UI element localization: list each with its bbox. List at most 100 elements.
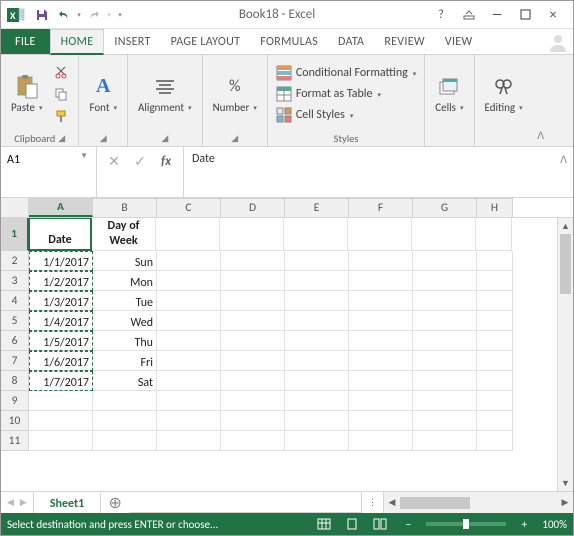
cancel-icon[interactable]: ✕ bbox=[101, 151, 127, 171]
cell[interactable] bbox=[477, 271, 513, 291]
tab-formulas[interactable]: FORMULAS bbox=[250, 29, 328, 54]
zoom-slider[interactable] bbox=[426, 522, 506, 526]
row-header[interactable]: 5 bbox=[1, 311, 29, 331]
cell[interactable] bbox=[221, 251, 285, 271]
cell[interactable] bbox=[477, 291, 513, 311]
cell[interactable]: 1/6/2017 bbox=[29, 351, 93, 371]
cell[interactable] bbox=[221, 431, 285, 451]
tab-file[interactable]: FILE bbox=[1, 29, 50, 54]
cell[interactable] bbox=[157, 291, 221, 311]
cell[interactable] bbox=[413, 271, 477, 291]
col-header-E[interactable]: E bbox=[285, 198, 349, 217]
tab-pagelayout[interactable]: PAGE LAYOUT bbox=[161, 29, 251, 54]
cell[interactable] bbox=[348, 218, 412, 251]
cell-styles-button[interactable]: Cell Styles▾ bbox=[274, 106, 356, 124]
sheet-nav-next-icon[interactable]: ▶ bbox=[20, 497, 27, 508]
col-header-G[interactable]: G bbox=[413, 198, 477, 217]
editing-button[interactable]: Editing▾ bbox=[481, 72, 527, 116]
cell[interactable] bbox=[157, 371, 221, 391]
help-icon[interactable]: ? bbox=[427, 4, 455, 26]
cell[interactable] bbox=[285, 391, 349, 411]
copy-icon[interactable] bbox=[50, 84, 72, 104]
scroll-up-icon[interactable]: ▲ bbox=[558, 218, 573, 234]
cell[interactable] bbox=[413, 351, 477, 371]
col-header-A[interactable]: A bbox=[29, 198, 93, 217]
col-header-B[interactable]: B bbox=[93, 198, 157, 217]
cell[interactable] bbox=[349, 251, 413, 271]
row-header[interactable]: 10 bbox=[1, 411, 29, 431]
cell[interactable] bbox=[284, 218, 348, 251]
cell[interactable] bbox=[221, 351, 285, 371]
tab-home[interactable]: HOME bbox=[50, 29, 105, 55]
name-box[interactable]: ▼ bbox=[1, 147, 97, 197]
row-header[interactable]: 3 bbox=[1, 271, 29, 291]
cell[interactable] bbox=[285, 431, 349, 451]
cell[interactable]: Sun bbox=[93, 251, 157, 271]
redo-icon[interactable] bbox=[83, 4, 105, 26]
cells-button[interactable]: Cells▾ bbox=[431, 72, 467, 116]
cell[interactable] bbox=[285, 411, 349, 431]
cell[interactable] bbox=[349, 271, 413, 291]
font-button[interactable]: A Font▾ bbox=[85, 72, 121, 116]
cell[interactable]: Thu bbox=[93, 331, 157, 351]
cell[interactable] bbox=[157, 271, 221, 291]
vertical-scrollbar[interactable]: ▲ ▼ bbox=[557, 218, 573, 491]
cell[interactable] bbox=[285, 311, 349, 331]
cell[interactable]: Date bbox=[28, 218, 92, 251]
cell[interactable]: 1/2/2017 bbox=[29, 271, 93, 291]
cell[interactable] bbox=[221, 371, 285, 391]
cell[interactable] bbox=[29, 391, 93, 411]
horizontal-scrollbar[interactable]: ◀ ▶ bbox=[383, 492, 573, 513]
cell[interactable]: 1/4/2017 bbox=[29, 311, 93, 331]
cell[interactable] bbox=[477, 351, 513, 371]
cell[interactable] bbox=[285, 351, 349, 371]
cell[interactable] bbox=[157, 311, 221, 331]
cell[interactable] bbox=[221, 311, 285, 331]
cell[interactable] bbox=[413, 291, 477, 311]
cell[interactable] bbox=[157, 251, 221, 271]
cell[interactable]: 1/5/2017 bbox=[29, 331, 93, 351]
page-break-view-icon[interactable] bbox=[370, 516, 390, 532]
cell[interactable] bbox=[157, 431, 221, 451]
conditional-formatting-button[interactable]: Conditional Formatting▾ bbox=[274, 64, 418, 82]
qat-customize-dropdown[interactable]: ▾ bbox=[113, 10, 127, 19]
close-button[interactable]: × bbox=[539, 4, 567, 26]
col-header-D[interactable]: D bbox=[221, 198, 285, 217]
row-header[interactable]: 6 bbox=[1, 331, 29, 351]
redo-dropdown[interactable]: ▾ bbox=[105, 10, 113, 19]
scroll-left-icon[interactable]: ◀ bbox=[384, 492, 400, 513]
number-button[interactable]: % Number▾ bbox=[209, 72, 261, 116]
cell[interactable]: Fri bbox=[93, 351, 157, 371]
zoom-in-button[interactable]: + bbox=[514, 516, 534, 532]
minimize-button[interactable]: — bbox=[483, 4, 511, 26]
scroll-right-icon[interactable]: ▶ bbox=[557, 492, 573, 513]
col-header-H[interactable]: H bbox=[477, 198, 513, 217]
cell[interactable] bbox=[477, 251, 513, 271]
fx-icon[interactable]: fx bbox=[153, 151, 179, 171]
row-header[interactable]: 2 bbox=[1, 251, 29, 271]
cell[interactable] bbox=[93, 431, 157, 451]
cell[interactable] bbox=[349, 371, 413, 391]
font-dialog-icon[interactable]: ◢ bbox=[100, 133, 107, 144]
cell[interactable]: Mon bbox=[93, 271, 157, 291]
cell[interactable] bbox=[477, 431, 513, 451]
cell[interactable] bbox=[413, 391, 477, 411]
select-all-corner[interactable] bbox=[1, 198, 29, 217]
alignment-dialog-icon[interactable]: ◢ bbox=[161, 133, 168, 144]
tab-data[interactable]: DATA bbox=[328, 29, 374, 54]
cell[interactable] bbox=[157, 411, 221, 431]
cell[interactable] bbox=[413, 331, 477, 351]
cell[interactable] bbox=[349, 391, 413, 411]
tab-view[interactable]: VIEW bbox=[435, 29, 483, 54]
sheet-nav-prev-icon[interactable]: ◀ bbox=[7, 497, 14, 508]
col-header-C[interactable]: C bbox=[157, 198, 221, 217]
new-sheet-button[interactable]: ⊕ bbox=[101, 492, 129, 513]
cell[interactable] bbox=[349, 411, 413, 431]
format-as-table-button[interactable]: Format as Table▾ bbox=[274, 85, 383, 103]
row-header[interactable]: 1 bbox=[1, 218, 29, 251]
cell[interactable] bbox=[477, 311, 513, 331]
cell[interactable]: Day of Week bbox=[92, 218, 156, 251]
cell[interactable] bbox=[157, 391, 221, 411]
name-box-dropdown[interactable]: ▼ bbox=[76, 151, 92, 161]
cell[interactable] bbox=[29, 431, 93, 451]
